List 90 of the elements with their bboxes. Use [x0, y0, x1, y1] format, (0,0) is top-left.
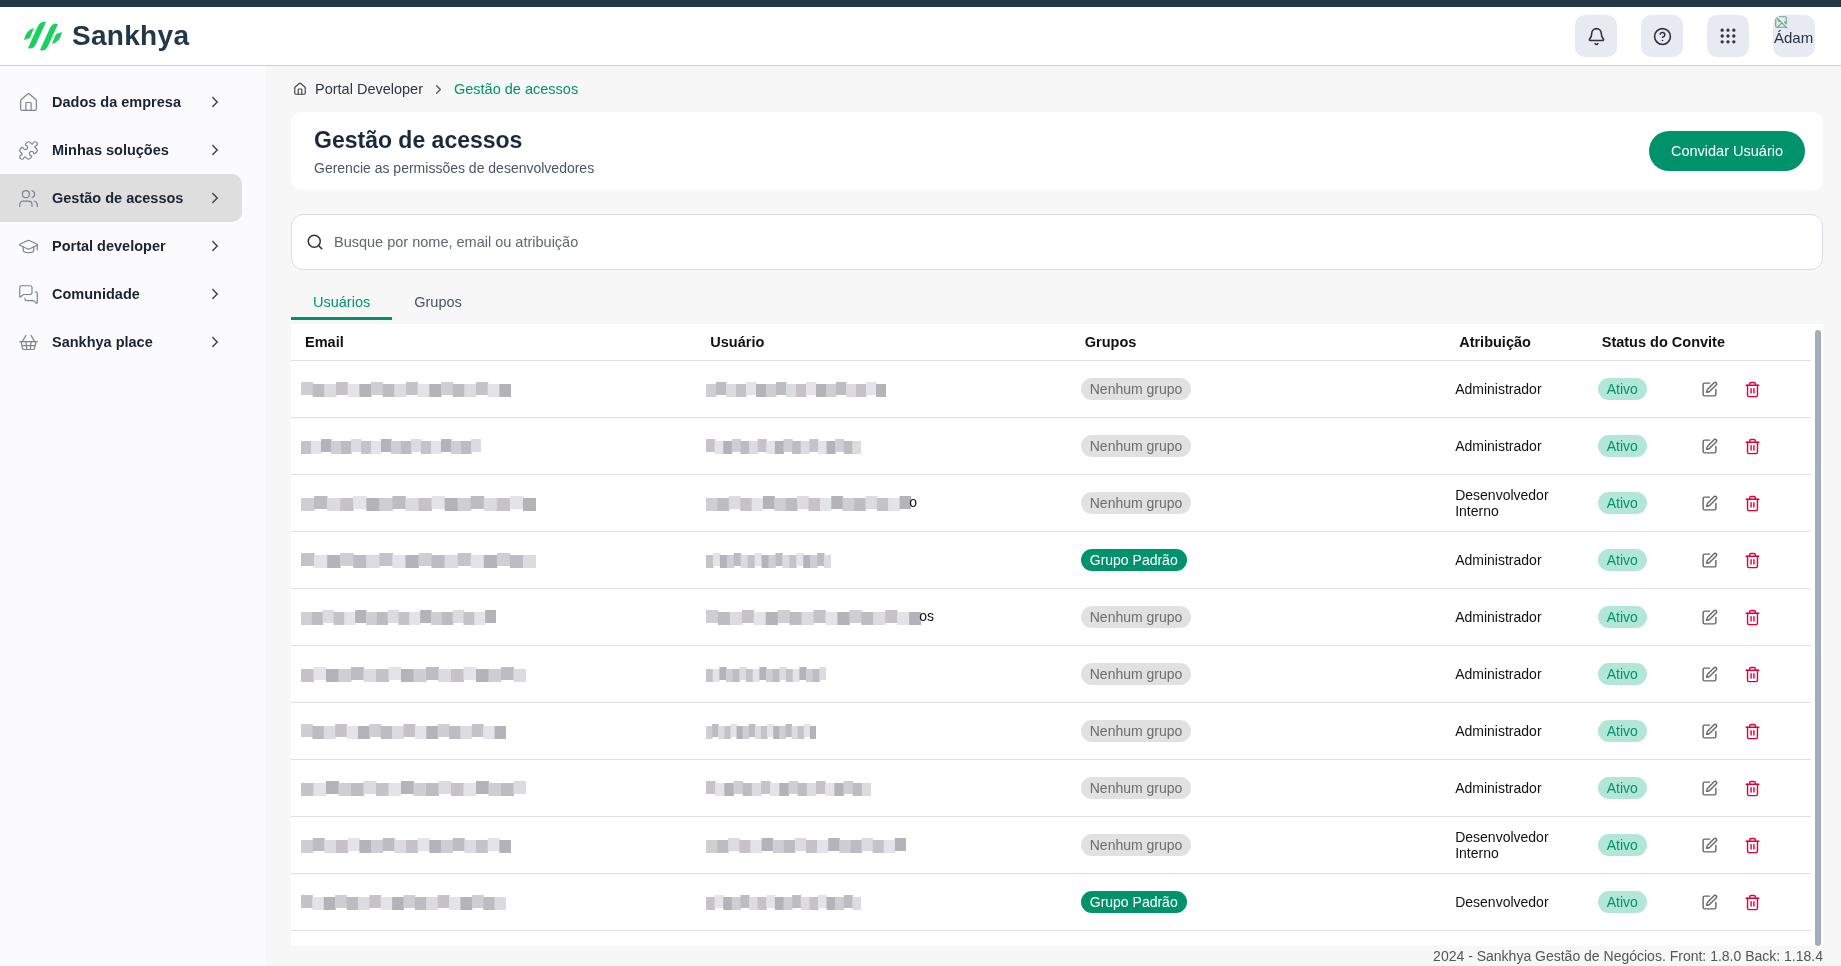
table-cell-text: o [909, 494, 918, 511]
status-tag: Ativo [1597, 720, 1647, 742]
sidebar-item[interactable]: Portal developer [0, 222, 242, 270]
delete-button[interactable] [1743, 437, 1761, 455]
status-tag: Ativo [1597, 834, 1647, 856]
search-field[interactable]: Busque por nome, email ou atribuição [291, 214, 1823, 270]
column-header: Grupos [1070, 324, 1446, 361]
role-text: Administrador [1455, 438, 1543, 454]
tab[interactable]: Grupos [392, 286, 484, 320]
help-icon [1652, 26, 1672, 46]
grid-icon [1718, 26, 1738, 46]
role-text: Desenvolvedor Interno [1455, 487, 1550, 519]
delete-button[interactable] [1743, 779, 1761, 797]
column-header: Email [291, 324, 697, 361]
status-tag: Ativo [1597, 549, 1647, 571]
scrollbar[interactable] [1815, 330, 1821, 946]
avatar[interactable]: Ádam [1773, 15, 1815, 57]
delete-button[interactable] [1743, 380, 1761, 398]
sidebar-item[interactable]: Minhas soluções [0, 126, 242, 174]
search-input[interactable]: Busque por nome, email ou atribuição [332, 233, 1808, 251]
delete-button[interactable] [1743, 836, 1761, 854]
role-text: Administrador [1455, 609, 1543, 625]
status-tag: Ativo [1597, 891, 1647, 913]
chat-icon [18, 283, 39, 305]
broken-image-icon [1774, 15, 1788, 29]
home-icon [18, 91, 39, 113]
group-tag: Grupo Padrão [1080, 549, 1187, 571]
breadcrumb-link[interactable]: Portal Developer [315, 81, 423, 97]
column-header: Status do Convite [1587, 324, 1811, 361]
users-icon [18, 187, 39, 209]
edit-button[interactable] [1700, 893, 1718, 911]
page-title: Gestão de acessos [314, 126, 524, 154]
status-tag: Ativo [1597, 777, 1647, 799]
status-tag: Ativo [1597, 606, 1647, 628]
sidebar-item[interactable]: Comunidade [0, 270, 242, 318]
bell-icon [1586, 26, 1606, 46]
status-tag: Ativo [1597, 378, 1647, 400]
edit-button[interactable] [1700, 722, 1718, 740]
group-tag: Nenhum grupo [1080, 720, 1192, 742]
role-text: Administrador [1455, 780, 1543, 796]
status-tag: Ativo [1597, 435, 1647, 457]
role-text: Administrador [1455, 552, 1543, 568]
edit-button[interactable] [1700, 608, 1718, 626]
page-subtitle: Gerencie as permissões de desenvolvedores [314, 159, 595, 176]
group-tag: Nenhum grupo [1080, 663, 1192, 685]
sidebar-item[interactable]: Dados da empresa [0, 78, 242, 126]
delete-button[interactable] [1743, 665, 1761, 683]
delete-button[interactable] [1743, 494, 1761, 512]
delete-button[interactable] [1743, 722, 1761, 740]
sidebar-item[interactable]: Sankhya place [0, 318, 242, 366]
footer-text: 2024 - Sankhya Gestão de Negócios. Front: 1.8.0 Back: 1.18.4 [1433, 947, 1823, 966]
role-text: Administrador [1455, 381, 1543, 397]
logo-text: Sankhya [72, 20, 190, 52]
edit-button[interactable] [1700, 551, 1718, 569]
edit-button[interactable] [1700, 665, 1718, 683]
role-text: Desenvolvedor [1455, 894, 1550, 910]
group-tag: Nenhum grupo [1080, 834, 1192, 856]
breadcrumb-link[interactable]: Gestão de acessos [454, 81, 579, 97]
edit-button[interactable] [1700, 437, 1718, 455]
delete-button[interactable] [1743, 608, 1761, 626]
group-tag: Grupo Padrão [1080, 891, 1187, 913]
group-tag: Nenhum grupo [1080, 606, 1192, 628]
table-cell-text: os [919, 608, 935, 625]
invite-user-button[interactable]: Convidar Usuário [1648, 131, 1805, 171]
tab[interactable]: Usuários [291, 286, 393, 320]
sidebar-item[interactable]: Gestão de acessos [0, 174, 242, 222]
role-text: Administrador [1455, 723, 1543, 739]
edit-button[interactable] [1700, 779, 1718, 797]
edit-button[interactable] [1700, 380, 1718, 398]
apps-button[interactable] [1707, 15, 1749, 57]
edit-button[interactable] [1700, 494, 1718, 512]
help-button[interactable] [1641, 15, 1683, 57]
delete-button[interactable] [1743, 893, 1761, 911]
home-icon [293, 82, 307, 96]
group-tag: Nenhum grupo [1080, 492, 1192, 514]
puzzle-icon [18, 139, 39, 161]
role-text: Administrador [1455, 666, 1543, 682]
group-tag: Nenhum grupo [1080, 435, 1192, 457]
group-tag: Nenhum grupo [1080, 378, 1192, 400]
notifications-button[interactable] [1575, 15, 1617, 57]
status-tag: Ativo [1597, 663, 1647, 685]
search-icon [306, 233, 324, 251]
role-text: Desenvolvedor Interno [1455, 829, 1550, 861]
column-header: Usuário [696, 324, 1071, 361]
status-tag: Ativo [1597, 492, 1647, 514]
edit-button[interactable] [1700, 836, 1718, 854]
avatar-alt-text: Ádam [1774, 29, 1814, 46]
group-tag: Nenhum grupo [1080, 777, 1192, 799]
column-header: Atribuição [1445, 324, 1588, 361]
delete-button[interactable] [1743, 551, 1761, 569]
